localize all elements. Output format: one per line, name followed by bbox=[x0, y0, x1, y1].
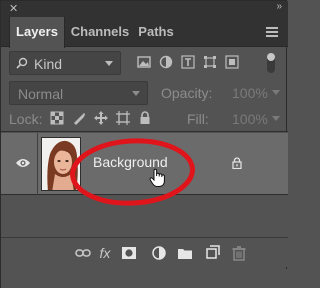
smart-object-filter-icon[interactable] bbox=[225, 55, 239, 69]
image-filter-icon[interactable] bbox=[137, 55, 151, 69]
panel-menu-icon[interactable] bbox=[266, 27, 278, 37]
layers-bottom-toolbar: fx bbox=[1, 237, 288, 267]
close-icon[interactable]: ✕ bbox=[9, 2, 18, 15]
search-icon bbox=[16, 57, 28, 69]
opacity-field[interactable]: 100% bbox=[232, 85, 268, 101]
lock-label: Lock: bbox=[9, 111, 43, 127]
fx-icon[interactable]: fx bbox=[97, 245, 113, 261]
tab-channels[interactable]: Channels bbox=[67, 17, 133, 47]
delete-icon[interactable] bbox=[231, 245, 247, 261]
type-filter-icon[interactable] bbox=[181, 55, 195, 69]
fill-label: Fill: bbox=[187, 111, 209, 127]
lock-icon bbox=[232, 157, 242, 169]
chevron-down-icon bbox=[105, 61, 113, 66]
lock-all-icon[interactable] bbox=[138, 111, 152, 125]
resize-handle[interactable] bbox=[1, 269, 288, 288]
lock-row: Lock: Fill: 100% bbox=[9, 109, 280, 129]
panel-title-strip: ✕ » bbox=[1, 1, 288, 17]
eye-icon[interactable] bbox=[15, 157, 31, 169]
fill-field[interactable]: 100% bbox=[232, 111, 268, 127]
new-layer-icon[interactable] bbox=[205, 245, 221, 261]
kind-label: Kind bbox=[34, 56, 63, 72]
mask-icon[interactable] bbox=[121, 245, 137, 261]
lock-artboard-icon[interactable] bbox=[116, 111, 130, 125]
chevron-down-icon bbox=[132, 91, 140, 96]
annotation-ellipse bbox=[70, 138, 195, 206]
opacity-label: Opacity: bbox=[161, 85, 213, 101]
shape-filter-icon[interactable] bbox=[203, 55, 217, 69]
blend-mode-dropdown[interactable]: Normal bbox=[9, 81, 148, 105]
tab-paths[interactable]: Paths bbox=[135, 17, 177, 47]
lock-image-icon[interactable] bbox=[72, 111, 86, 125]
panel-tabs: Layers Channels Paths bbox=[1, 17, 288, 48]
hand-cursor-icon bbox=[149, 168, 165, 187]
blend-mode-value: Normal bbox=[18, 86, 64, 102]
adjustment-filter-icon[interactable] bbox=[159, 55, 173, 69]
collapse-icon[interactable]: » bbox=[276, 1, 281, 12]
lock-position-icon[interactable] bbox=[94, 111, 108, 125]
link-icon[interactable] bbox=[75, 245, 91, 261]
adjustment-icon[interactable] bbox=[151, 245, 167, 261]
kind-filter-dropdown[interactable]: Kind bbox=[9, 51, 121, 75]
blend-row: Normal Opacity: 100% bbox=[9, 81, 280, 105]
filter-toggle[interactable] bbox=[267, 53, 275, 73]
fill-chevron-icon[interactable] bbox=[272, 116, 280, 121]
opacity-chevron-icon[interactable] bbox=[272, 90, 280, 95]
visibility-divider bbox=[37, 133, 38, 195]
filter-row: Kind bbox=[9, 51, 280, 75]
lock-transparent-icon[interactable] bbox=[50, 111, 64, 125]
layers-panel: ✕ » Layers Channels Paths Kind Normal Op… bbox=[0, 0, 288, 288]
group-icon[interactable] bbox=[177, 245, 193, 261]
tab-layers[interactable]: Layers bbox=[9, 17, 65, 48]
